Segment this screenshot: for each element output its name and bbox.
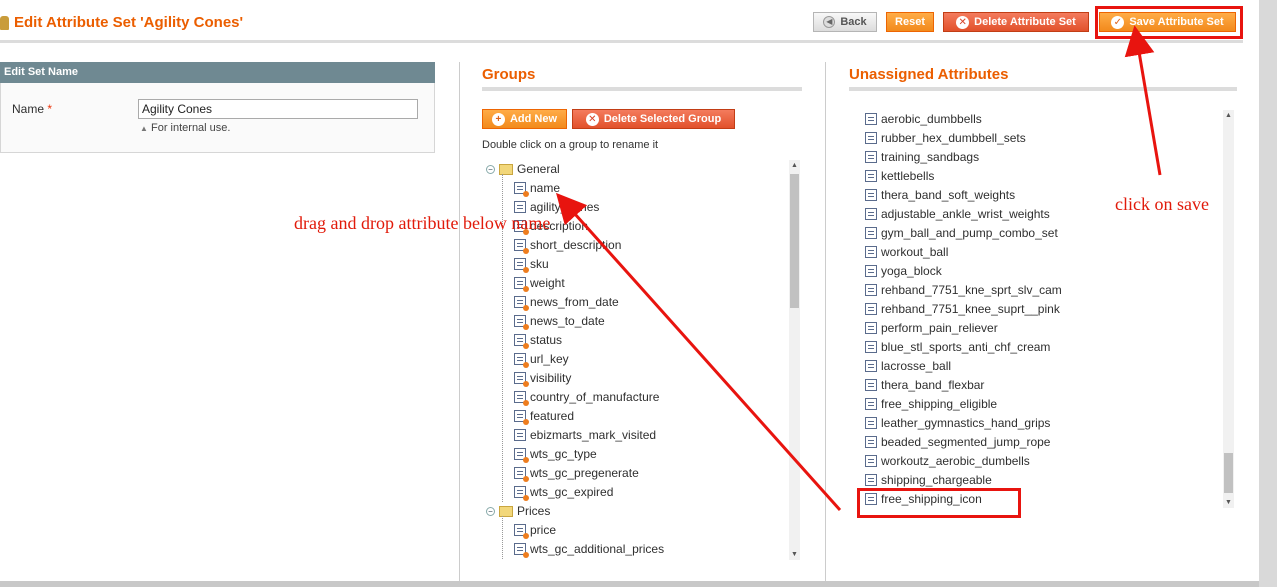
- page-bottom-bar: [0, 581, 1259, 587]
- annotation-arrows: [555, 25, 1162, 512]
- page-scrollbar[interactable]: [1259, 0, 1277, 587]
- drag-arrow: [555, 192, 842, 512]
- save-arrow: [1124, 25, 1162, 176]
